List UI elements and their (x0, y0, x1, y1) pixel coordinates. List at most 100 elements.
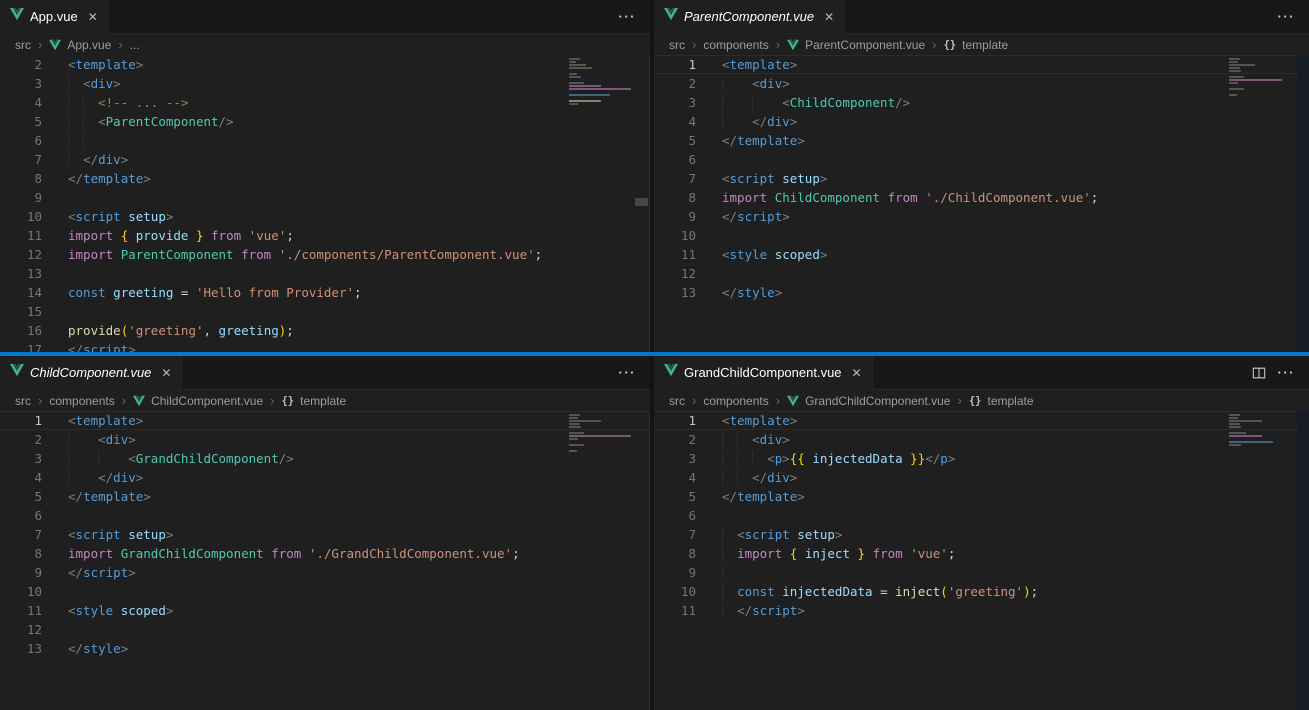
code-line[interactable]: 6 (0, 131, 649, 150)
line-number: 4 (0, 468, 68, 487)
tab-parentcomponent-vue[interactable]: ParentComponent.vue ✕ (654, 0, 845, 33)
code-line[interactable]: 13</style> (654, 283, 1309, 302)
minimap[interactable] (1229, 58, 1293, 96)
code-line[interactable]: 6 (0, 506, 649, 525)
code-line[interactable]: 8import GrandChildComponent from './Gran… (0, 544, 649, 563)
code-line[interactable]: 1<template> (654, 411, 1309, 430)
code-line[interactable]: 5</template> (654, 487, 1309, 506)
breadcrumb-item[interactable]: ... (130, 38, 140, 52)
tab-app-vue[interactable]: App.vue ✕ (0, 0, 109, 33)
editor-group-parent: ParentComponent.vue ✕ ··· src › components… (654, 0, 1309, 352)
minimap[interactable] (569, 414, 633, 452)
code-line[interactable]: 12 (0, 620, 649, 639)
code-line[interactable]: 3 <div> (0, 74, 649, 93)
code-line[interactable]: 4 <!-- ... --> (0, 93, 649, 112)
code-line[interactable]: 4 </div> (654, 468, 1309, 487)
code-line[interactable]: 1<template> (654, 55, 1309, 74)
line-content: <template> (722, 55, 797, 74)
code-line[interactable]: 3 <ChildComponent/> (654, 93, 1309, 112)
code-line[interactable]: 13</style> (0, 639, 649, 658)
code-line[interactable]: 6 (654, 150, 1309, 169)
code-line[interactable]: 11<style scoped> (654, 245, 1309, 264)
code-line[interactable]: 14const greeting = 'Hello from Provider'… (0, 283, 649, 302)
code-line[interactable]: 12import ParentComponent from './compone… (0, 245, 649, 264)
code-line[interactable]: 7<script setup> (654, 169, 1309, 188)
minimap[interactable] (569, 58, 633, 105)
code-line[interactable]: 5</template> (654, 131, 1309, 150)
code-line[interactable]: 2<template> (0, 55, 649, 74)
code-line[interactable]: 1<template> (0, 411, 649, 430)
breadcrumb-item[interactable]: ParentComponent.vue (805, 38, 925, 52)
breadcrumb-item[interactable]: src (669, 394, 685, 408)
code-editor-app[interactable]: 2<template>3 <div>4 <!-- ... -->5 <Paren… (0, 55, 650, 352)
more-actions-icon[interactable]: ··· (619, 9, 637, 24)
code-line[interactable]: 2 <div> (654, 74, 1309, 93)
code-line[interactable]: 12 (654, 264, 1309, 283)
code-line[interactable]: 4 </div> (0, 468, 649, 487)
code-line[interactable]: 9 (654, 563, 1309, 582)
tab-childcomponent-vue[interactable]: ChildComponent.vue ✕ (0, 356, 182, 389)
code-line[interactable]: 8import ChildComponent from './ChildComp… (654, 188, 1309, 207)
code-line[interactable]: 11 </script> (654, 601, 1309, 620)
code-line[interactable]: 2 <div> (654, 430, 1309, 449)
split-sash[interactable] (0, 352, 1309, 356)
breadcrumb-item[interactable]: components (703, 394, 768, 408)
close-icon[interactable]: ✕ (852, 367, 862, 379)
breadcrumb-item[interactable]: App.vue (67, 38, 111, 52)
code-line[interactable]: 11import { provide } from 'vue'; (0, 226, 649, 245)
code-line[interactable]: 8 import { inject } from 'vue'; (654, 544, 1309, 563)
more-actions-icon[interactable]: ··· (1278, 365, 1296, 380)
code-line[interactable]: 15 (0, 302, 649, 321)
more-actions-icon[interactable]: ··· (1278, 9, 1296, 24)
code-line[interactable]: 16provide('greeting', greeting); (0, 321, 649, 340)
code-line[interactable]: 9</script> (0, 563, 649, 582)
code-line[interactable]: 5</template> (0, 487, 649, 506)
breadcrumb-item[interactable]: components (703, 38, 768, 52)
scrollbar-track[interactable] (1297, 411, 1309, 710)
code-line[interactable]: 17</script> (0, 340, 649, 352)
vue-file-icon (133, 395, 145, 407)
code-line[interactable]: 9</script> (654, 207, 1309, 226)
close-icon[interactable]: ✕ (824, 11, 834, 23)
breadcrumb: src›components›ChildComponent.vue›{}temp… (0, 390, 650, 411)
breadcrumb-item[interactable]: components (49, 394, 114, 408)
breadcrumb-item[interactable]: ChildComponent.vue (151, 394, 263, 408)
code-line[interactable]: 7 <script setup> (654, 525, 1309, 544)
breadcrumb-item[interactable]: src (669, 38, 685, 52)
split-editor-icon[interactable] (1252, 366, 1266, 380)
more-actions-icon[interactable]: ··· (619, 365, 637, 380)
code-line[interactable]: 4 </div> (654, 112, 1309, 131)
code-line[interactable]: 10 const injectedData = inject('greeting… (654, 582, 1309, 601)
code-line[interactable]: 11<style scoped> (0, 601, 649, 620)
code-line[interactable]: 9 (0, 188, 649, 207)
code-line[interactable]: 7<script setup> (0, 525, 649, 544)
breadcrumb-item[interactable]: template (962, 38, 1008, 52)
code-line[interactable]: 13 (0, 264, 649, 283)
close-icon[interactable]: ✕ (88, 11, 98, 23)
code-line[interactable]: 8</template> (0, 169, 649, 188)
breadcrumb-item[interactable]: template (300, 394, 346, 408)
breadcrumb-item[interactable]: src (15, 394, 31, 408)
breadcrumb-item[interactable]: GrandChildComponent.vue (805, 394, 950, 408)
scrollbar-track[interactable] (1297, 55, 1309, 352)
code-line[interactable]: 7 </div> (0, 150, 649, 169)
breadcrumb-item[interactable]: src (15, 38, 31, 52)
code-editor-child[interactable]: 1<template>2 <div>3 <GrandChildComponent… (0, 411, 650, 710)
code-line[interactable]: 2 <div> (0, 430, 649, 449)
minimap[interactable] (1229, 414, 1293, 446)
scrollbar-thumb[interactable] (635, 198, 648, 206)
tab-grandchildcomponent-vue[interactable]: GrandChildComponent.vue ✕ (654, 356, 873, 389)
code-editor-grandchild[interactable]: 1<template>2 <div>3 <p>{{ injectedData }… (654, 411, 1309, 710)
code-editor-parent[interactable]: 1<template>2 <div>3 <ChildComponent/>4 <… (654, 55, 1309, 352)
code-line[interactable]: 6 (654, 506, 1309, 525)
code-line[interactable]: 10 (0, 582, 649, 601)
breadcrumb-item[interactable]: template (987, 394, 1033, 408)
code-line[interactable]: 3 <p>{{ injectedData }}</p> (654, 449, 1309, 468)
code-line[interactable]: 10 (654, 226, 1309, 245)
chevron-right-icon: › (776, 37, 780, 52)
code-line[interactable]: 10<script setup> (0, 207, 649, 226)
code-line[interactable]: 5 <ParentComponent/> (0, 112, 649, 131)
line-content: </script> (68, 340, 136, 352)
close-icon[interactable]: ✕ (161, 367, 171, 379)
code-line[interactable]: 3 <GrandChildComponent/> (0, 449, 649, 468)
